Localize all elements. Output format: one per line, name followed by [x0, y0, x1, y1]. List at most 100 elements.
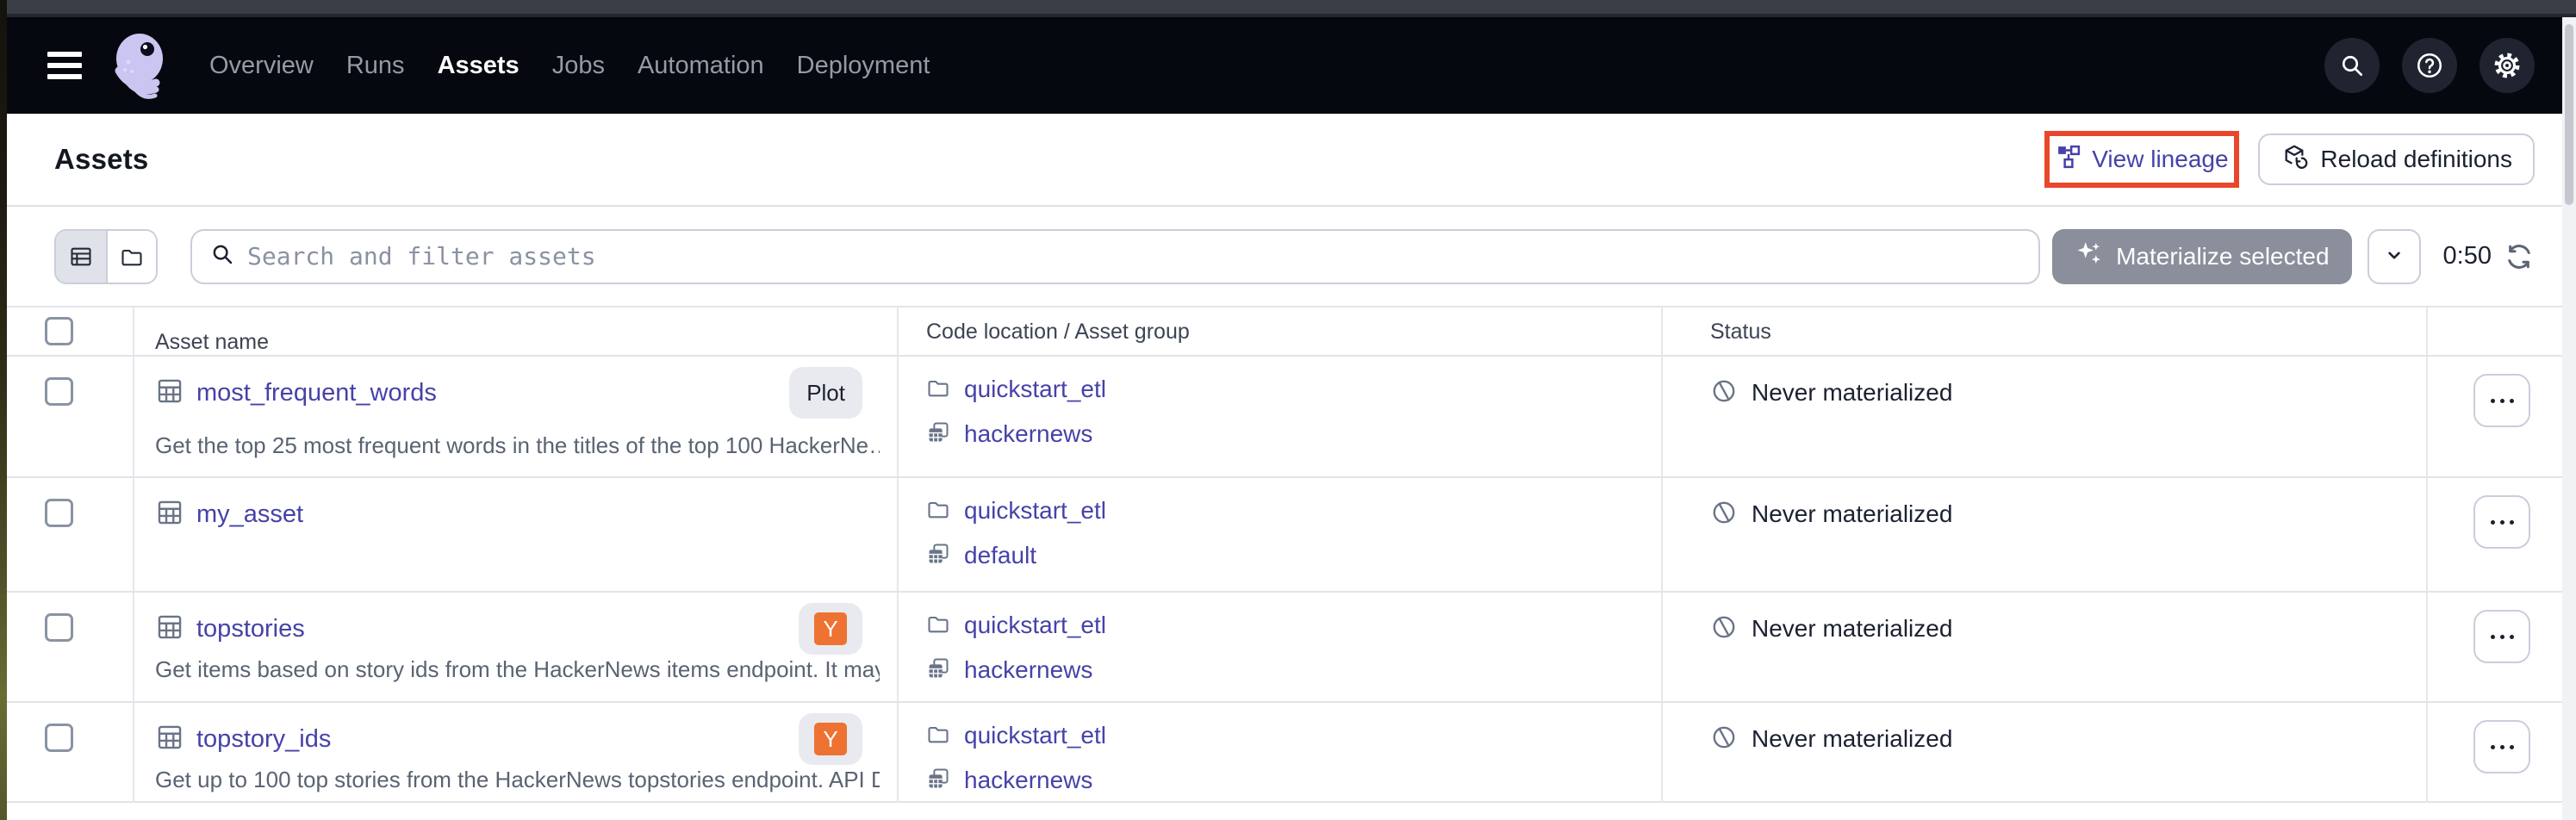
asset-name-link[interactable]: my_asset [196, 500, 303, 529]
nav-right-icons [2324, 38, 2535, 93]
never-materialized-icon [1710, 613, 1738, 645]
asset-tag[interactable]: Plot [789, 367, 862, 419]
folder-icon [926, 497, 950, 525]
status-text: Never materialized [1752, 379, 1952, 407]
table-asset-icon [155, 723, 184, 756]
select-all-checkbox[interactable] [45, 317, 73, 345]
chevron-down-icon [2383, 244, 2405, 269]
asset-name-line: my_asset [155, 488, 880, 540]
nav-item-jobs[interactable]: Jobs [552, 52, 605, 80]
scrollbar[interactable] [2562, 17, 2576, 820]
view-lineage-button[interactable]: View lineage [2056, 144, 2228, 176]
reload-definitions-icon [2280, 143, 2308, 177]
table-asset-icon [155, 498, 184, 531]
row-menu-button[interactable] [2473, 610, 2530, 663]
reload-definitions-label: Reload definitions [2320, 146, 2512, 173]
compute-kind-tag[interactable]: Y [799, 713, 862, 765]
code-location-line: quickstart_etl [926, 367, 1661, 412]
toolbar-right: Materialize selected 0:50 [2052, 229, 2535, 284]
asset-group-link[interactable]: default [964, 542, 1036, 569]
asset-name-link[interactable]: topstory_ids [196, 725, 331, 754]
asset-name-cell: my_asset [134, 478, 899, 591]
row-checkbox[interactable] [45, 613, 73, 642]
hackernews-icon: Y [814, 723, 847, 755]
nav-item-runs[interactable]: Runs [346, 52, 405, 80]
table-view-toggle[interactable] [56, 231, 106, 283]
row-menu-button[interactable] [2473, 495, 2530, 549]
search-input[interactable] [247, 242, 2021, 270]
asset-group-icon [926, 656, 950, 685]
search-icon[interactable] [2324, 38, 2380, 93]
menu-icon[interactable] [47, 49, 85, 82]
code-location-cell: quickstart_etldefault [899, 478, 1663, 591]
refresh-icon[interactable] [2504, 241, 2535, 272]
nav-items: Overview Runs Assets Jobs Automation Deployme… [209, 52, 930, 80]
row-checkbox[interactable] [45, 377, 73, 406]
table-asset-icon [155, 612, 184, 646]
nav-item-deployment[interactable]: Deployment [797, 52, 930, 80]
code-location-cell: quickstart_etl hackernews [899, 593, 1663, 701]
code-location-cell: quickstart_etl hackernews [899, 703, 1663, 803]
asset-description: Get the top 25 most frequent words in th… [155, 432, 880, 459]
code-location-link[interactable]: quickstart_etl [964, 722, 1106, 749]
folder-view-toggle[interactable] [106, 231, 156, 283]
asset-group-link[interactable]: hackernews [964, 656, 1092, 684]
status-cell: Never materialized [1663, 478, 2428, 591]
folder-icon [926, 376, 950, 404]
compute-kind-tag[interactable]: Y [799, 603, 862, 655]
row-actions-cell [2428, 593, 2576, 701]
search-icon [209, 241, 235, 271]
code-location-link[interactable]: quickstart_etl [964, 612, 1106, 639]
asset-group-link[interactable]: hackernews [964, 420, 1092, 448]
asset-group-link[interactable]: hackernews [964, 767, 1092, 794]
asset-row-topstories: topstoriesYGet items based on story ids … [7, 593, 2576, 703]
status-text: Never materialized [1752, 615, 1952, 643]
asset-group-line: default [926, 533, 1661, 578]
asset-group-line: hackernews [926, 412, 1661, 457]
nav-item-overview[interactable]: Overview [209, 52, 314, 80]
lineage-graph-icon [2056, 144, 2081, 176]
asset-name-line: topstories Y [155, 603, 880, 655]
table-header-row: Asset name Code location / Asset group S… [7, 308, 2576, 357]
never-materialized-icon [1710, 499, 1738, 531]
header-code-location: Code location / Asset group [899, 308, 1663, 355]
row-menu-button[interactable] [2473, 720, 2530, 773]
row-checkbox-cell [7, 357, 134, 476]
code-location-link[interactable]: quickstart_etl [964, 497, 1106, 525]
status-text: Never materialized [1752, 500, 1952, 528]
row-actions-cell [2428, 357, 2576, 476]
folder-icon [926, 722, 950, 750]
never-materialized-icon [1710, 724, 1738, 755]
search-box [190, 229, 2040, 284]
asset-row-my_asset: my_asset quickstart_etldefault Never mater… [7, 478, 2576, 593]
asset-name-cell: topstoriesYGet items based on story ids … [134, 593, 899, 701]
row-checkbox-cell [7, 478, 134, 591]
browser-window: Overview Runs Assets Jobs Automation Deployme… [7, 0, 2576, 820]
asset-group-icon [926, 542, 950, 570]
desktop-background-sliver [0, 0, 7, 820]
status-cell: Never materialized [1663, 357, 2428, 476]
nav-item-automation[interactable]: Automation [638, 52, 764, 80]
status-text: Never materialized [1752, 725, 1952, 753]
code-location-line: quickstart_etl [926, 603, 1661, 648]
asset-name-link[interactable]: most_frequent_words [196, 379, 437, 407]
status-cell: Never materialized [1663, 593, 2428, 701]
code-location-link[interactable]: quickstart_etl [964, 376, 1106, 403]
scrollbar-thumb[interactable] [2565, 24, 2573, 205]
materialize-dropdown-button[interactable] [2368, 229, 2421, 284]
dagster-logo-icon[interactable] [104, 26, 177, 105]
row-checkbox-cell [7, 593, 134, 701]
row-checkbox[interactable] [45, 499, 73, 527]
settings-icon[interactable] [2480, 38, 2535, 93]
row-checkbox[interactable] [45, 724, 73, 752]
asset-row-most_frequent_words: most_frequent_words Plot Get the top 25 mo… [7, 357, 2576, 478]
asset-name-link[interactable]: topstories [196, 615, 305, 643]
folder-icon [926, 612, 950, 640]
nav-item-assets[interactable]: Assets [438, 52, 520, 80]
materialize-selected-button[interactable]: Materialize selected [2052, 229, 2351, 284]
asset-group-line: hackernews [926, 758, 1661, 803]
status-cell: Never materialized [1663, 703, 2428, 803]
reload-definitions-button[interactable]: Reload definitions [2258, 134, 2535, 185]
row-menu-button[interactable] [2473, 374, 2530, 427]
help-icon[interactable] [2402, 38, 2457, 93]
